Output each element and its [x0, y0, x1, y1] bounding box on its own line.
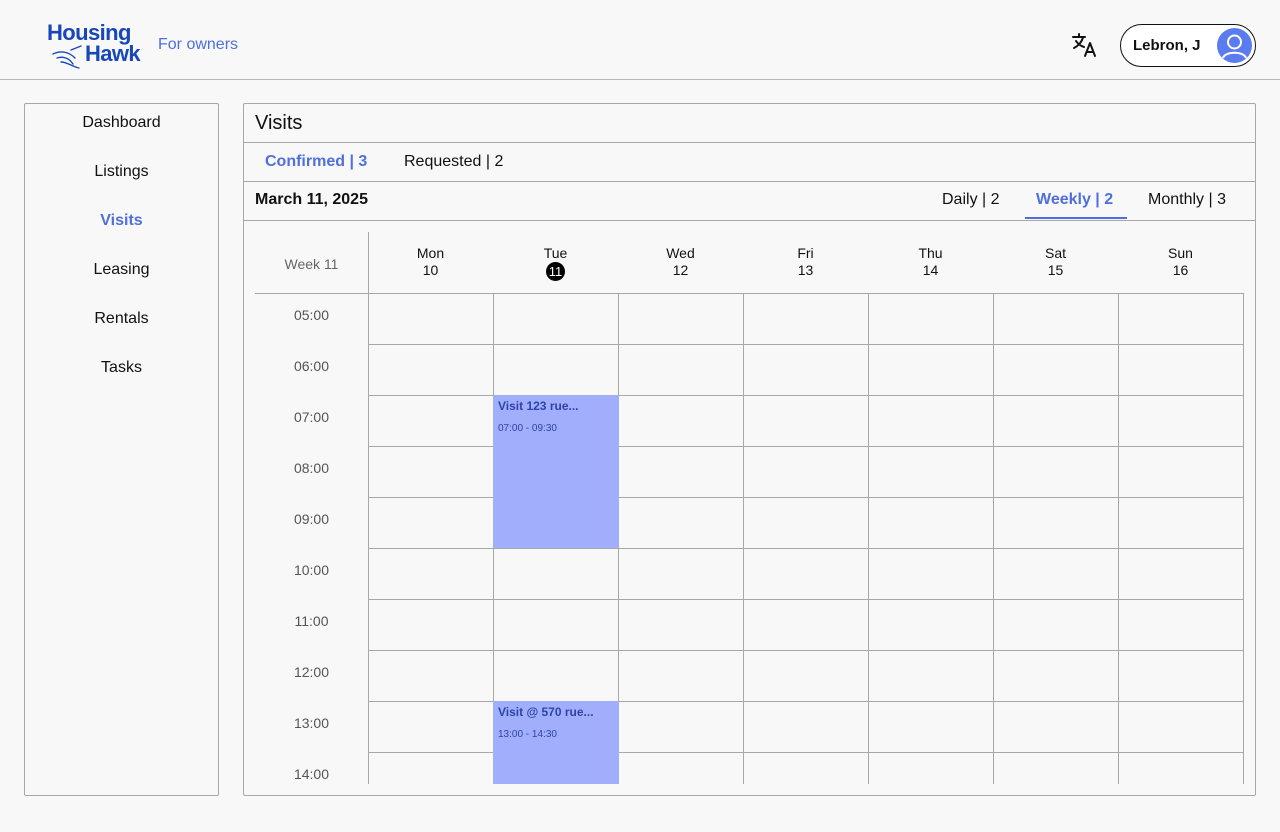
- day-name: Sat: [1044, 245, 1066, 261]
- calendar-event[interactable]: Visit 123 rue... 07:00 - 09:30: [493, 395, 619, 548]
- grid-line: [743, 293, 744, 784]
- event-title: Visit @ 570 rue...: [498, 705, 594, 719]
- time-label: 11:00: [294, 613, 329, 629]
- event-title: Visit 123 rue...: [498, 399, 579, 413]
- day-number: 13: [797, 262, 814, 278]
- day-number: 14: [922, 262, 939, 278]
- sidebar-nav: Dashboard Listings Visits Leasing Rental…: [24, 103, 219, 796]
- grid-line: [368, 599, 1244, 600]
- time-label: 05:00: [293, 307, 330, 323]
- day-name: Thu: [918, 245, 943, 261]
- tab-weekly[interactable]: Weekly | 2: [1036, 191, 1113, 209]
- time-label: 07:00: [293, 409, 330, 425]
- day-header-sun[interactable]: Sun 16: [1118, 245, 1243, 278]
- day-number: 10: [422, 262, 439, 278]
- user-name: Lebron, J: [1133, 37, 1201, 54]
- user-menu-button[interactable]: Lebron, J: [1120, 24, 1256, 67]
- sidebar-item-listings[interactable]: Listings: [25, 163, 218, 181]
- time-label: 10:00: [293, 562, 330, 578]
- time-label: 12:00: [293, 664, 330, 680]
- divider: [244, 220, 1255, 221]
- tab-requested[interactable]: Requested | 2: [404, 153, 503, 171]
- tab-confirmed[interactable]: Confirmed | 3: [265, 153, 367, 171]
- event-time: 07:00 - 09:30: [498, 423, 557, 434]
- day-name: Mon: [416, 245, 445, 261]
- time-label: 08:00: [293, 460, 330, 476]
- week-calendar: Week 11 Mon 10 Tue 11 Wed 12 Fri 13 Thu …: [255, 232, 1245, 784]
- time-label: 06:00: [293, 358, 330, 374]
- day-name: Wed: [666, 245, 695, 261]
- day-number: 12: [672, 262, 689, 278]
- grid-line: [1243, 293, 1244, 784]
- sidebar-item-rentals[interactable]: Rentals: [25, 310, 218, 328]
- housing-hawk-logo[interactable]: Housing Hawk: [47, 22, 147, 70]
- logo-text-line1: Housing: [47, 20, 131, 45]
- event-time: 13:00 - 14:30: [498, 729, 557, 740]
- divider: [244, 142, 1255, 143]
- time-label: 09:00: [293, 511, 330, 527]
- grid-line: [993, 293, 994, 784]
- time-label: 14:00: [293, 766, 330, 782]
- day-name: Tue: [543, 245, 568, 261]
- grid-line: [1118, 293, 1119, 784]
- day-header-thu[interactable]: Thu 14: [868, 245, 993, 278]
- week-label: Week 11: [284, 256, 339, 272]
- top-header: Housing Hawk For owners Lebron, J: [0, 0, 1280, 80]
- day-header-wed[interactable]: Wed 12: [618, 245, 743, 278]
- day-header-mon[interactable]: Mon 10: [368, 245, 493, 278]
- day-name: Sun: [1168, 245, 1193, 261]
- day-number: 15: [1047, 262, 1064, 278]
- hawk-icon: [52, 45, 82, 69]
- avatar-icon: [1217, 28, 1252, 63]
- calendar-event[interactable]: Visit @ 570 rue... 13:00 - 14:30: [493, 701, 619, 784]
- day-header-sat[interactable]: Sat 15: [993, 245, 1118, 278]
- sidebar-item-tasks[interactable]: Tasks: [25, 359, 218, 377]
- current-date: March 11, 2025: [255, 191, 368, 208]
- visits-panel: Visits Confirmed | 3 Requested | 2 March…: [243, 103, 1256, 796]
- time-label: 13:00: [293, 715, 330, 731]
- sidebar-item-visits[interactable]: Visits: [25, 212, 218, 230]
- active-tab-indicator: [1025, 217, 1127, 219]
- divider: [244, 181, 1255, 182]
- day-number: 16: [1172, 262, 1189, 278]
- page-title: Visits: [255, 112, 303, 134]
- tab-daily[interactable]: Daily | 2: [942, 191, 1000, 209]
- day-name: Fri: [797, 245, 814, 261]
- grid-line: [868, 293, 869, 784]
- tab-monthly[interactable]: Monthly | 3: [1148, 191, 1226, 209]
- grid-line: [368, 548, 1244, 549]
- grid-line: [255, 293, 1244, 294]
- day-header-tue[interactable]: Tue 11: [493, 245, 618, 281]
- today-marker: 11: [546, 262, 565, 281]
- grid-line: [368, 650, 1244, 651]
- grid-line: [368, 344, 1244, 345]
- sidebar-item-leasing[interactable]: Leasing: [25, 261, 218, 279]
- tagline[interactable]: For owners: [158, 36, 238, 54]
- translate-icon[interactable]: [1070, 32, 1098, 58]
- day-header-fri[interactable]: Fri 13: [743, 245, 868, 278]
- sidebar-item-dashboard[interactable]: Dashboard: [25, 114, 218, 132]
